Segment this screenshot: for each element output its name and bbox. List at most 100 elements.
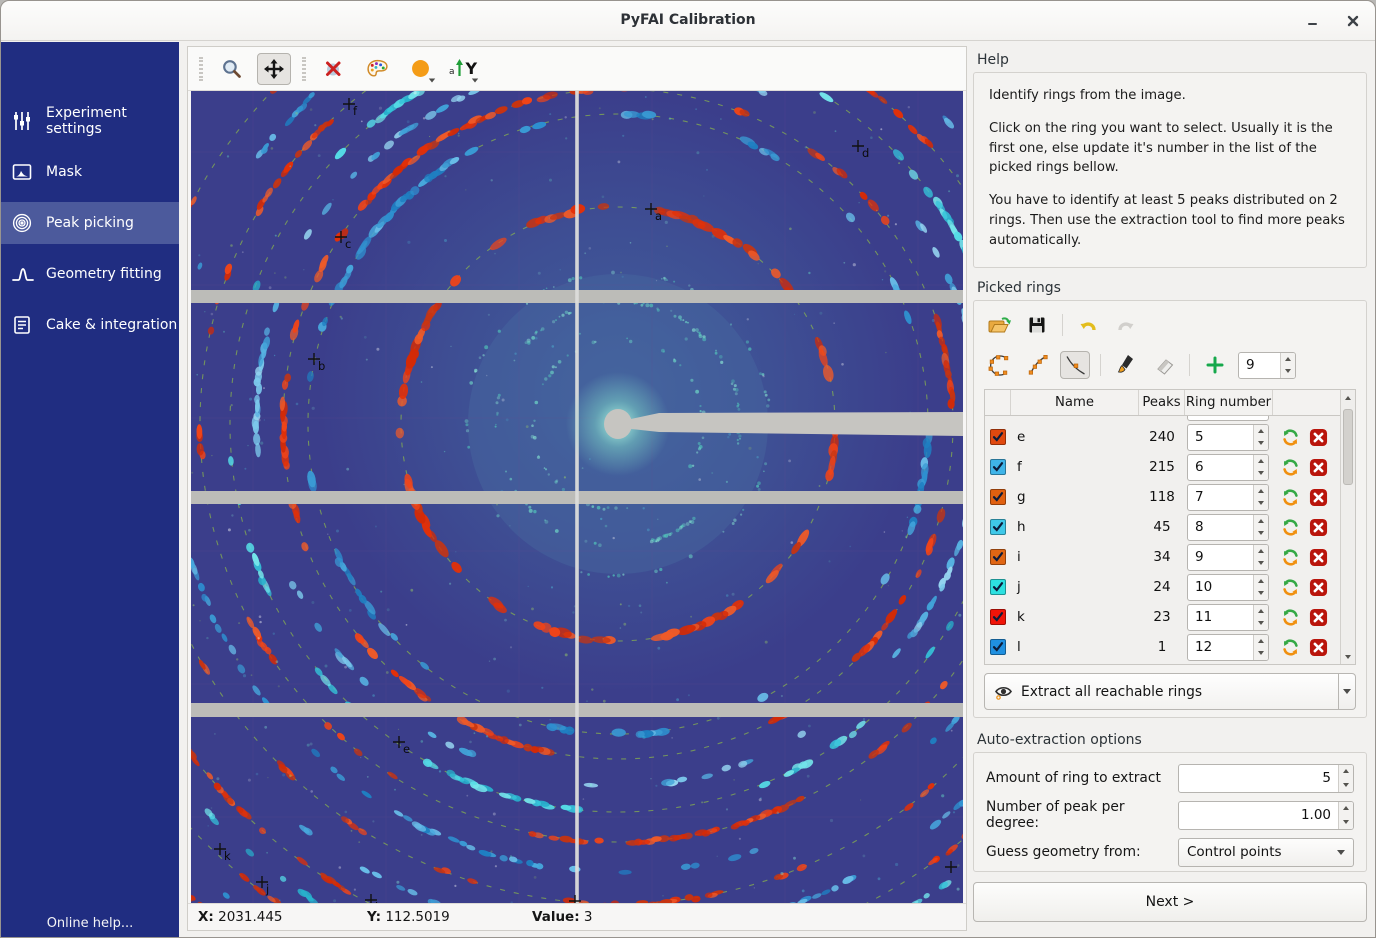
scroll-up-button[interactable] — [1341, 390, 1355, 405]
sidebar-item-cake-integration[interactable]: Cake & integration — [1, 304, 179, 346]
spin-up-button[interactable] — [1254, 605, 1268, 618]
save-rings-button[interactable] — [1022, 311, 1052, 339]
ring-number-spinbox[interactable]: 6 — [1187, 454, 1269, 481]
spin-down-button[interactable] — [1254, 587, 1268, 600]
ring-number-spinbox[interactable]: 10 — [1187, 574, 1269, 601]
delete-ring-button[interactable] — [1309, 488, 1328, 507]
sidebar-item-experiment-settings[interactable]: Experiment settings — [1, 100, 179, 142]
toolbar-grip[interactable] — [302, 57, 306, 81]
eraser-button[interactable] — [1149, 351, 1179, 379]
spin-up-button[interactable] — [1339, 802, 1353, 816]
refresh-ring-button[interactable] — [1281, 428, 1300, 447]
refresh-ring-button[interactable] — [1281, 638, 1300, 657]
ring-visibility-checkbox[interactable] — [990, 579, 1006, 595]
delete-ring-button[interactable] — [1309, 428, 1328, 447]
marker-color-button[interactable] — [403, 53, 437, 85]
y-axis-orientation-button[interactable]: a Y — [446, 53, 480, 85]
ring-visibility-checkbox[interactable] — [990, 519, 1006, 535]
remove-point-button[interactable] — [317, 53, 351, 85]
scrollbar-thumb[interactable] — [1343, 409, 1353, 485]
ring-number-value[interactable]: 10 — [1188, 575, 1253, 600]
spin-down-button[interactable] — [1254, 467, 1268, 480]
amount-of-rings-value[interactable]: 5 — [1179, 765, 1338, 792]
ring-visibility-checkbox[interactable] — [990, 459, 1006, 475]
spin-up-button[interactable] — [1339, 765, 1353, 779]
ring-visibility-checkbox[interactable] — [990, 429, 1006, 445]
delete-ring-button[interactable] — [1309, 578, 1328, 597]
peaks-per-degree-value[interactable]: 1.00 — [1179, 802, 1338, 829]
ring-visibility-checkbox[interactable] — [990, 609, 1006, 625]
delete-ring-button[interactable] — [1309, 458, 1328, 477]
ring-number-value[interactable]: 7 — [1188, 485, 1253, 510]
ring-row-e[interactable]: e2405 — [985, 422, 1340, 452]
brush-button[interactable] — [1111, 351, 1141, 379]
ring-number-value[interactable]: 8 — [1188, 515, 1253, 540]
spin-up-button[interactable] — [1254, 575, 1268, 588]
ring-visibility-checkbox[interactable] — [990, 489, 1006, 505]
table-scrollbar[interactable] — [1340, 390, 1355, 664]
ring-visibility-checkbox[interactable] — [990, 549, 1006, 565]
ring-row-j[interactable]: j2410 — [985, 572, 1340, 602]
pick-arc-button[interactable] — [1022, 351, 1052, 379]
spin-down-button[interactable] — [1254, 557, 1268, 570]
pick-point-button[interactable] — [1060, 351, 1090, 379]
ring-number-value[interactable]: 11 — [1188, 605, 1253, 630]
ring-number-spinbox[interactable]: 9 — [1238, 352, 1296, 379]
spin-down-button[interactable] — [1254, 437, 1268, 450]
ring-number-value[interactable]: 9 — [1188, 545, 1253, 570]
ring-number-value[interactable]: 5 — [1188, 425, 1253, 450]
titlebar[interactable]: PyFAI Calibration — [1, 1, 1375, 41]
pick-full-ring-button[interactable] — [984, 351, 1014, 379]
spin-up-button[interactable] — [1254, 545, 1268, 558]
ring-row-h[interactable]: h458 — [985, 512, 1340, 542]
online-help-link[interactable]: Online help... — [1, 916, 179, 931]
next-button[interactable]: Next > — [973, 882, 1367, 922]
close-button[interactable] — [1341, 9, 1365, 33]
spin-up-button[interactable] — [1254, 485, 1268, 498]
refresh-ring-button[interactable] — [1281, 548, 1300, 567]
spin-up-button[interactable] — [1254, 635, 1268, 648]
spin-down-button[interactable] — [1254, 617, 1268, 630]
spin-down-button[interactable] — [1254, 647, 1268, 660]
delete-ring-button[interactable] — [1309, 518, 1328, 537]
refresh-ring-button[interactable] — [1281, 578, 1300, 597]
refresh-ring-button[interactable] — [1281, 608, 1300, 627]
diffraction-image[interactable]: fdacbekjh — [191, 91, 963, 903]
ring-row-i[interactable]: i349 — [985, 542, 1340, 572]
sidebar-item-mask[interactable]: Mask — [1, 151, 179, 193]
ring-number-spinbox[interactable]: 5 — [1187, 424, 1269, 451]
zoom-tool-button[interactable] — [214, 53, 248, 85]
spin-up-button[interactable] — [1254, 515, 1268, 528]
ring-row-g[interactable]: g1187 — [985, 482, 1340, 512]
redo-button[interactable] — [1111, 311, 1141, 339]
ring-visibility-checkbox[interactable] — [990, 639, 1006, 655]
guess-geometry-select[interactable]: Control points — [1178, 838, 1354, 867]
peaks-per-degree-spinbox[interactable]: 1.00 — [1178, 801, 1354, 830]
sidebar-item-geometry-fitting[interactable]: Geometry fitting — [1, 253, 179, 295]
ring-number-spinbox[interactable]: 12 — [1187, 634, 1269, 661]
amount-of-rings-spinbox[interactable]: 5 — [1178, 764, 1354, 793]
open-rings-button[interactable] — [984, 311, 1014, 339]
scroll-down-button[interactable] — [1341, 649, 1355, 664]
ring-number-value[interactable]: 6 — [1188, 455, 1253, 480]
pan-tool-button[interactable] — [257, 53, 291, 85]
spin-down-button[interactable] — [1339, 815, 1353, 829]
spin-down-button[interactable] — [1281, 365, 1295, 378]
sidebar-item-peak-picking[interactable]: Peak picking — [1, 202, 179, 244]
spin-up-button[interactable] — [1281, 353, 1295, 366]
ring-number-spinbox[interactable]: 8 — [1187, 514, 1269, 541]
undo-button[interactable] — [1073, 311, 1103, 339]
spin-down-button[interactable] — [1254, 497, 1268, 510]
spin-down-button[interactable] — [1339, 778, 1353, 792]
refresh-ring-button[interactable] — [1281, 518, 1300, 537]
colormap-button[interactable] — [360, 53, 394, 85]
spin-up-button[interactable] — [1254, 425, 1268, 438]
spin-up-button[interactable] — [1254, 455, 1268, 468]
add-ring-button[interactable] — [1200, 351, 1230, 379]
ring-row-l[interactable]: l112 — [985, 632, 1340, 662]
ring-row-k[interactable]: k2311 — [985, 602, 1340, 632]
scrollbar-track[interactable] — [1341, 405, 1355, 649]
ring-number-value[interactable]: 9 — [1239, 353, 1280, 378]
ring-number-spinbox[interactable]: 11 — [1187, 604, 1269, 631]
refresh-ring-button[interactable] — [1281, 458, 1300, 477]
